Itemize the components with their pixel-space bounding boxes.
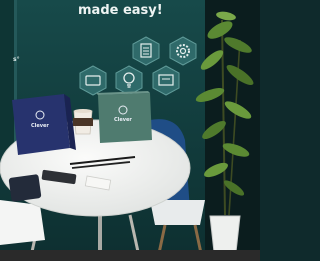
left-panel	[0, 0, 14, 150]
booth-scene	[0, 0, 260, 261]
booth-photo: made easy! s° Clever Clever	[0, 0, 260, 261]
product-box-blue	[12, 94, 76, 155]
hex-icon-lightbulb	[115, 65, 143, 96]
smartphone	[8, 174, 42, 202]
coffee-cup	[73, 109, 93, 135]
floor	[0, 250, 260, 261]
product-box-green	[96, 91, 152, 143]
hex-icon-app	[79, 65, 107, 96]
booth-side-text: s°	[13, 56, 20, 63]
booth-headline: made easy!	[78, 3, 163, 18]
hex-icon-screen	[152, 65, 180, 96]
